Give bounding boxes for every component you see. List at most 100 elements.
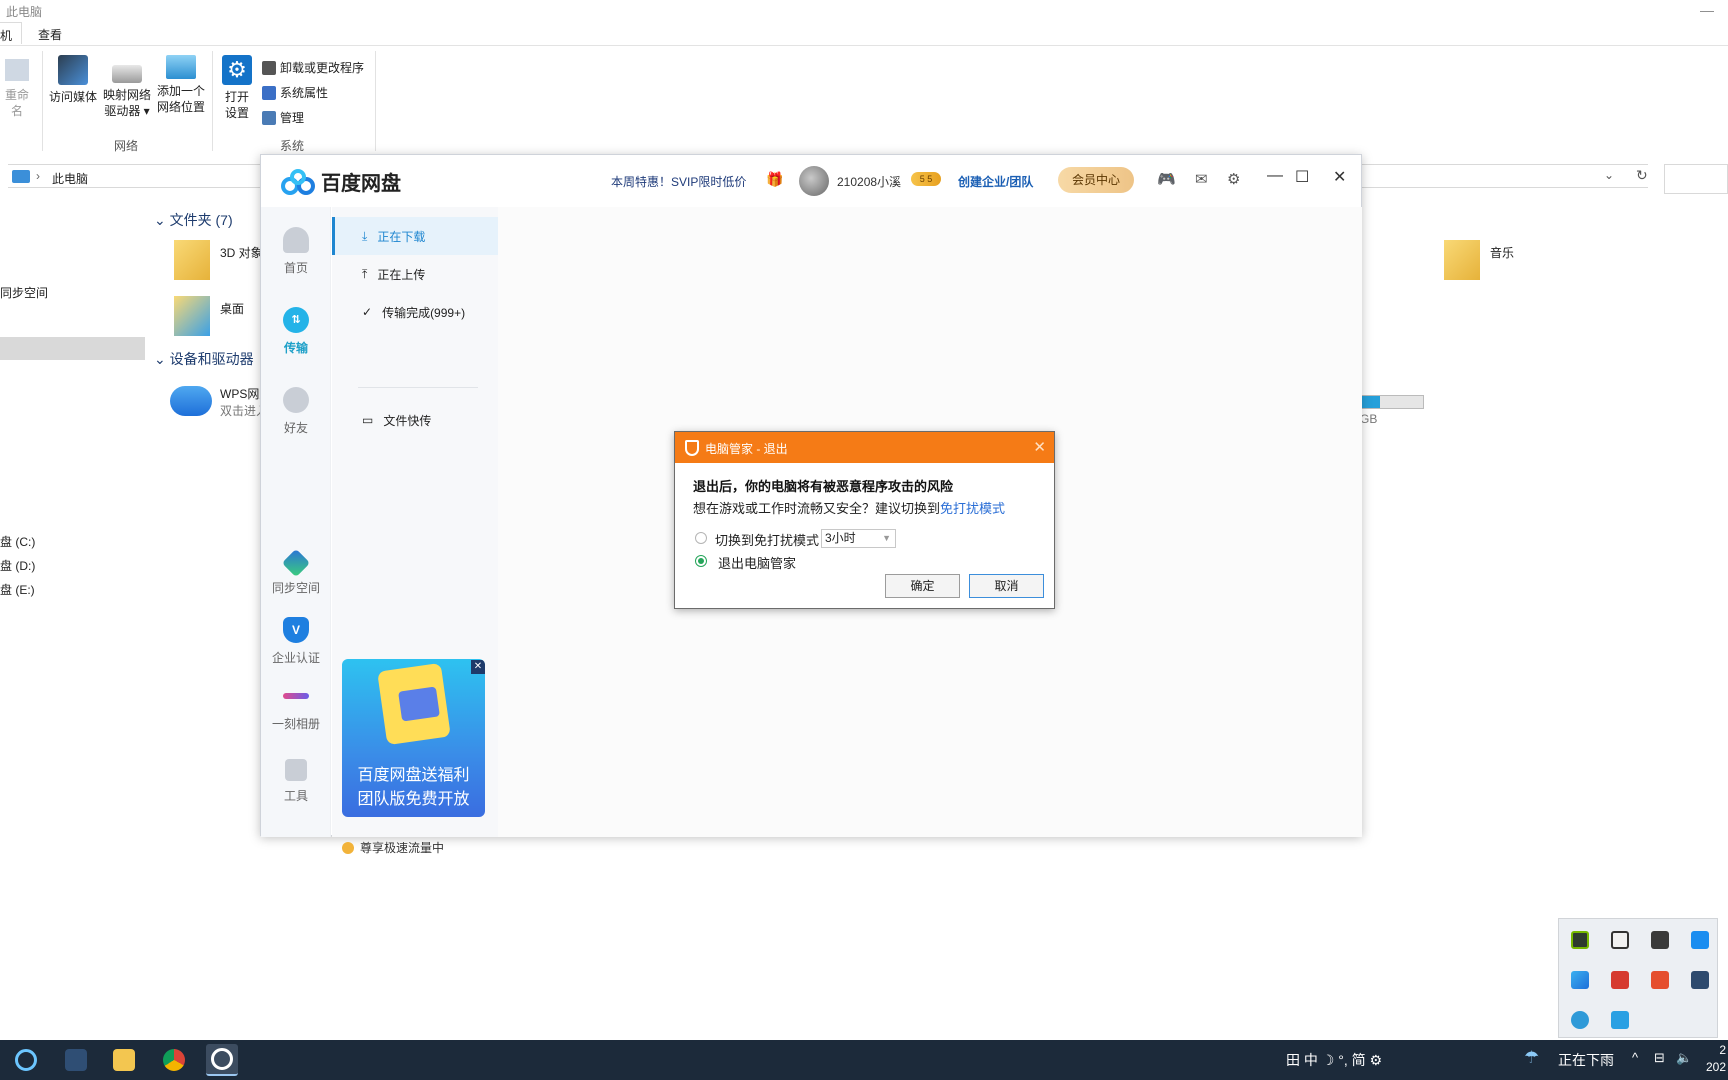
add-network-location-button[interactable]: 添加一个 网络位置 xyxy=(154,55,208,115)
folder-music-label[interactable]: 音乐 xyxy=(1490,244,1514,261)
weather-text[interactable]: 正在下雨 xyxy=(1558,1050,1614,1070)
refresh-icon[interactable]: ↻ xyxy=(1636,167,1648,184)
telegram-icon[interactable] xyxy=(1611,1011,1629,1029)
subnav-uploading[interactable]: ⤒ 正在上传 xyxy=(332,255,498,293)
pen-tablet-icon[interactable] xyxy=(1651,931,1669,949)
taskbar-chrome[interactable] xyxy=(158,1044,190,1076)
rename-button[interactable]: 重命名 xyxy=(0,59,34,119)
coin-icon xyxy=(342,841,354,854)
nvidia-icon[interactable] xyxy=(1571,931,1589,949)
subnav-divider xyxy=(358,387,478,388)
rail-sync-space[interactable]: 同步空间 xyxy=(261,548,331,596)
ribbon: 重命名 访问媒体 映射网络 驱动器 ▾ 添加一个 网络位置 网络 ⚙ 打开 设置… xyxy=(0,47,380,157)
pc-manager-icon[interactable] xyxy=(1691,931,1709,949)
gift-icon[interactable]: 🎁 xyxy=(766,171,783,188)
subnav-completed[interactable]: ✓ 传输完成(999+) xyxy=(332,293,498,331)
nav-drive-e[interactable]: 盘 (E:) xyxy=(0,581,35,598)
rail-enterprise-cert[interactable]: V 企业认证 xyxy=(261,617,331,666)
minimize-button[interactable]: — xyxy=(1267,167,1283,185)
taskbar-app-sync[interactable] xyxy=(60,1044,92,1076)
sync-tray-icon[interactable] xyxy=(1691,971,1709,989)
nav-drive-c[interactable]: 盘 (C:) xyxy=(0,533,35,550)
radio-switch-dnd[interactable] xyxy=(695,532,707,544)
tab-view[interactable]: 查看 xyxy=(38,26,62,43)
netdisk-icon xyxy=(211,1048,233,1070)
network-icon[interactable]: ⊟ xyxy=(1654,1050,1665,1066)
manage-label: 管理 xyxy=(280,111,305,125)
maximize-button[interactable]: ☐ xyxy=(1295,167,1309,187)
folder-desktop-label[interactable]: 桌面 xyxy=(220,300,244,317)
folder-music-icon[interactable] xyxy=(1444,240,1480,280)
option-switch-dnd-label[interactable]: 切换到免打扰模式 xyxy=(715,530,819,549)
sync-app-icon xyxy=(65,1049,87,1071)
rail-album[interactable]: 一刻相册 xyxy=(261,683,331,732)
folder-3d-objects-label[interactable]: 3D 对象 xyxy=(220,244,263,261)
rail-home[interactable]: 首页 xyxy=(261,227,331,276)
rail-friends[interactable]: 好友 xyxy=(261,387,331,436)
dialog-close-icon[interactable]: ✕ xyxy=(1033,438,1046,456)
rail-transfer[interactable]: ⇅ 传输 xyxy=(261,307,331,356)
app-tray-icon[interactable] xyxy=(1651,971,1669,989)
system-properties-button[interactable]: 系统属性 xyxy=(262,84,328,101)
ime-indicator[interactable]: 田 中 ☽ °, 简 ⚙ xyxy=(1286,1050,1382,1070)
tools-grid-icon xyxy=(285,759,307,781)
mail-icon[interactable]: ✉ xyxy=(1195,170,1208,188)
security-shield-icon[interactable] xyxy=(1611,931,1629,949)
map-drive-label-2: 驱动器 ▾ xyxy=(104,104,150,118)
subnav-quick-transfer[interactable]: ▭ 文件快传 xyxy=(332,401,498,439)
ad-illustration-screen xyxy=(398,686,440,722)
create-enterprise-link[interactable]: 创建企业/团队 xyxy=(958,173,1033,190)
app-title: 百度网盘 xyxy=(321,173,401,195)
uninstall-program-button[interactable]: 卸载或更改程序 xyxy=(262,59,364,76)
search-app-tray-icon[interactable] xyxy=(1571,1011,1589,1029)
svip-promo-link[interactable]: 本周特惠！SVIP限时低价 xyxy=(611,173,746,190)
tab-computer[interactable]: 机 xyxy=(0,22,22,44)
open-settings-button[interactable]: ⚙ 打开 设置 xyxy=(218,55,256,121)
baidu-netdisk-tray-icon[interactable] xyxy=(1571,971,1589,989)
show-hidden-icons-chevron-icon[interactable]: ^ xyxy=(1632,1050,1638,1065)
taskbar-baidu-netdisk[interactable] xyxy=(206,1044,238,1076)
taskbar-file-explorer[interactable] xyxy=(108,1044,140,1076)
folder-desktop-icon[interactable] xyxy=(174,296,210,336)
option-exit-manager-label[interactable]: 退出电脑管家 xyxy=(718,553,796,572)
close-button[interactable]: ✕ xyxy=(1333,167,1346,187)
member-center-button[interactable]: 会员中心 xyxy=(1058,167,1134,193)
promo-ad-card[interactable]: ✕ 百度网盘送福利 团队版免费开放 xyxy=(342,659,485,817)
username[interactable]: 210208小溪 xyxy=(837,173,901,190)
radio-exit-manager[interactable] xyxy=(695,555,707,567)
cloud-icon[interactable] xyxy=(170,386,212,416)
clock[interactable]: 2 202 xyxy=(1706,1042,1726,1076)
pdf-icon[interactable] xyxy=(1611,971,1629,989)
settings-icon[interactable]: ⚙ xyxy=(1227,170,1240,188)
search-input[interactable] xyxy=(1664,164,1728,194)
rail-sync-space-label: 同步空间 xyxy=(271,581,320,595)
speed-status[interactable]: 尊享极速流量中 xyxy=(342,839,444,856)
system-properties-icon xyxy=(262,85,276,100)
volume-icon[interactable]: 🔈 xyxy=(1676,1050,1692,1066)
cancel-button[interactable]: 取消 xyxy=(969,574,1044,598)
nav-sync-space[interactable]: 同步空间 xyxy=(0,284,48,301)
minimize-icon[interactable]: — xyxy=(1700,2,1714,18)
chevron-down-icon[interactable]: ⌄ xyxy=(1604,168,1614,182)
access-media-button[interactable]: 访问媒体 xyxy=(48,55,98,105)
network-drive-icon xyxy=(112,65,142,83)
do-not-disturb-link[interactable]: 免打扰模式 xyxy=(940,501,1005,516)
folders-section-heading[interactable]: ⌄ 文件夹 (7) xyxy=(154,210,233,230)
subnav-downloading[interactable]: ⤓ 正在下载 xyxy=(332,217,498,255)
rain-icon[interactable]: ☂ xyxy=(1524,1048,1539,1068)
manage-button[interactable]: 管理 xyxy=(262,109,304,126)
ad-close-icon[interactable]: ✕ xyxy=(471,660,485,674)
confirm-button[interactable]: 确定 xyxy=(885,574,960,598)
avatar[interactable] xyxy=(799,166,829,196)
devices-section-heading[interactable]: ⌄ 设备和驱动器 xyxy=(154,349,254,369)
rail-tools[interactable]: 工具 xyxy=(261,759,331,804)
folder-3d-objects-icon[interactable] xyxy=(174,240,210,280)
nav-drive-d[interactable]: 盘 (D:) xyxy=(0,557,35,574)
map-drive-button[interactable]: 映射网络 驱动器 ▾ xyxy=(100,55,154,119)
duration-select[interactable]: 3小时 ▼ xyxy=(821,529,896,548)
taskbar-search-app[interactable] xyxy=(10,1044,42,1076)
nav-selected-item[interactable] xyxy=(0,337,145,360)
game-controller-icon[interactable]: 🎮 xyxy=(1157,170,1176,188)
dialog-heading: 退出后，你的电脑将有被恶意程序攻击的风险 xyxy=(693,479,954,494)
network-location-icon xyxy=(166,55,196,79)
